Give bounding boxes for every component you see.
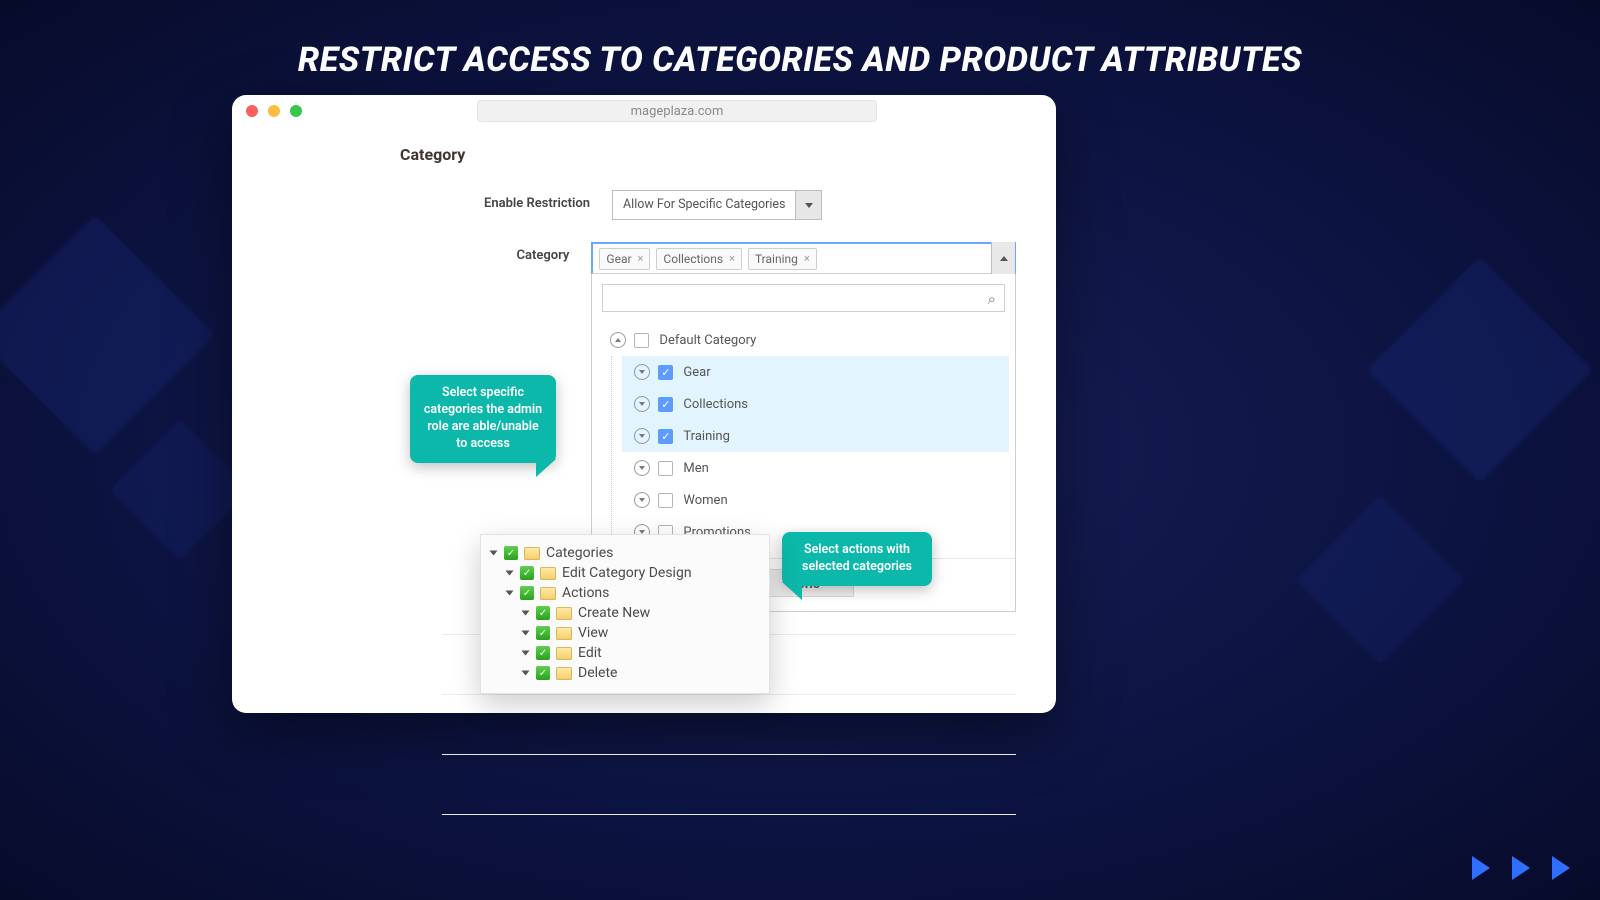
caret-icon: [522, 671, 530, 676]
callout-select-categories: Select specific categories the admin rol…: [410, 375, 556, 463]
page-title: RESTRICT ACCESS TO CATEGORIES AND PRODUC…: [0, 0, 1600, 80]
bg-cube: [0, 215, 215, 455]
expand-icon[interactable]: [634, 460, 650, 476]
remove-icon[interactable]: ×: [729, 252, 735, 265]
tag-training[interactable]: Training×: [748, 248, 817, 270]
section-title: Category: [400, 145, 1016, 164]
caret-icon: [522, 611, 530, 616]
select-value: Allow For Specific Categories: [613, 191, 795, 219]
close-icon[interactable]: [246, 105, 258, 117]
folder-icon: [524, 547, 540, 560]
checkbox[interactable]: [658, 461, 673, 476]
collapse-icon[interactable]: [610, 332, 626, 348]
divider: [442, 814, 1016, 874]
folder-icon: [540, 567, 556, 580]
folder-icon: [556, 627, 572, 640]
folder-icon: [556, 647, 572, 660]
category-tree[interactable]: Default Category ✓Gear ✓Collections ✓Tra…: [592, 320, 1015, 558]
chevron-down-icon: [795, 191, 821, 219]
caret-icon: [506, 571, 514, 576]
expand-icon[interactable]: [634, 492, 650, 508]
checkbox[interactable]: ✓: [658, 365, 673, 380]
search-icon: ⌕: [988, 290, 996, 308]
permissions-tree: ✓Categories ✓Edit Category Design ✓Actio…: [480, 534, 770, 694]
tree-item-gear[interactable]: ✓Gear: [622, 356, 1009, 388]
folder-icon: [540, 587, 556, 600]
expand-icon[interactable]: [634, 396, 650, 412]
category-search-input[interactable]: ⌕: [602, 284, 1005, 312]
chevron-up-icon[interactable]: [991, 242, 1015, 274]
tree-item-collections[interactable]: ✓Collections: [622, 388, 1009, 420]
category-label: Category: [272, 242, 591, 263]
perm-categories[interactable]: ✓Categories: [491, 543, 759, 563]
checkbox-icon[interactable]: ✓: [536, 666, 550, 680]
checkbox-icon[interactable]: ✓: [520, 566, 534, 580]
divider: [442, 754, 1016, 814]
checkbox[interactable]: [634, 333, 649, 348]
perm-create-new[interactable]: ✓Create New: [491, 603, 759, 623]
bg-cube: [1367, 257, 1593, 483]
category-multiselect[interactable]: Gear× Collections× Training×: [591, 242, 1016, 274]
window-titlebar: mageplaza.com: [232, 95, 1056, 127]
tree-item-training[interactable]: ✓Training: [622, 420, 1009, 452]
minimize-icon[interactable]: [268, 105, 280, 117]
checkbox-icon[interactable]: ✓: [504, 546, 518, 560]
checkbox[interactable]: [658, 493, 673, 508]
remove-icon[interactable]: ×: [638, 252, 644, 265]
folder-icon: [556, 667, 572, 680]
perm-delete[interactable]: ✓Delete: [491, 663, 759, 683]
caret-icon: [522, 651, 530, 656]
expand-icon[interactable]: [634, 364, 650, 380]
tag-collections[interactable]: Collections×: [656, 248, 742, 270]
tree-root-label: Default Category: [659, 333, 756, 348]
checkbox[interactable]: ✓: [658, 429, 673, 444]
url-bar[interactable]: mageplaza.com: [477, 100, 877, 122]
caret-icon: [506, 591, 514, 596]
enable-label: Enable Restriction: [272, 190, 612, 211]
checkbox-icon[interactable]: ✓: [520, 586, 534, 600]
perm-view[interactable]: ✓View: [491, 623, 759, 643]
perm-edit[interactable]: ✓Edit: [491, 643, 759, 663]
bg-cube: [1295, 495, 1465, 665]
perm-actions[interactable]: ✓Actions: [491, 583, 759, 603]
tag-gear[interactable]: Gear×: [599, 248, 650, 270]
divider: [442, 694, 1016, 754]
folder-icon: [556, 607, 572, 620]
checkbox-icon[interactable]: ✓: [536, 606, 550, 620]
checkbox-icon[interactable]: ✓: [536, 646, 550, 660]
callout-select-actions: Select actions with selected categories: [782, 532, 932, 586]
decor-triangles: [1472, 856, 1570, 880]
expand-icon[interactable]: [634, 428, 650, 444]
checkbox[interactable]: ✓: [658, 397, 673, 412]
perm-edit-design[interactable]: ✓Edit Category Design: [491, 563, 759, 583]
caret-icon: [490, 551, 498, 556]
caret-icon: [522, 631, 530, 636]
remove-icon[interactable]: ×: [804, 252, 810, 265]
zoom-icon[interactable]: [290, 105, 302, 117]
bg-cube: [109, 419, 250, 560]
tree-item-women[interactable]: Women: [622, 484, 1009, 516]
enable-restriction-select[interactable]: Allow For Specific Categories: [612, 190, 822, 220]
checkbox-icon[interactable]: ✓: [536, 626, 550, 640]
tree-item-men[interactable]: Men: [622, 452, 1009, 484]
